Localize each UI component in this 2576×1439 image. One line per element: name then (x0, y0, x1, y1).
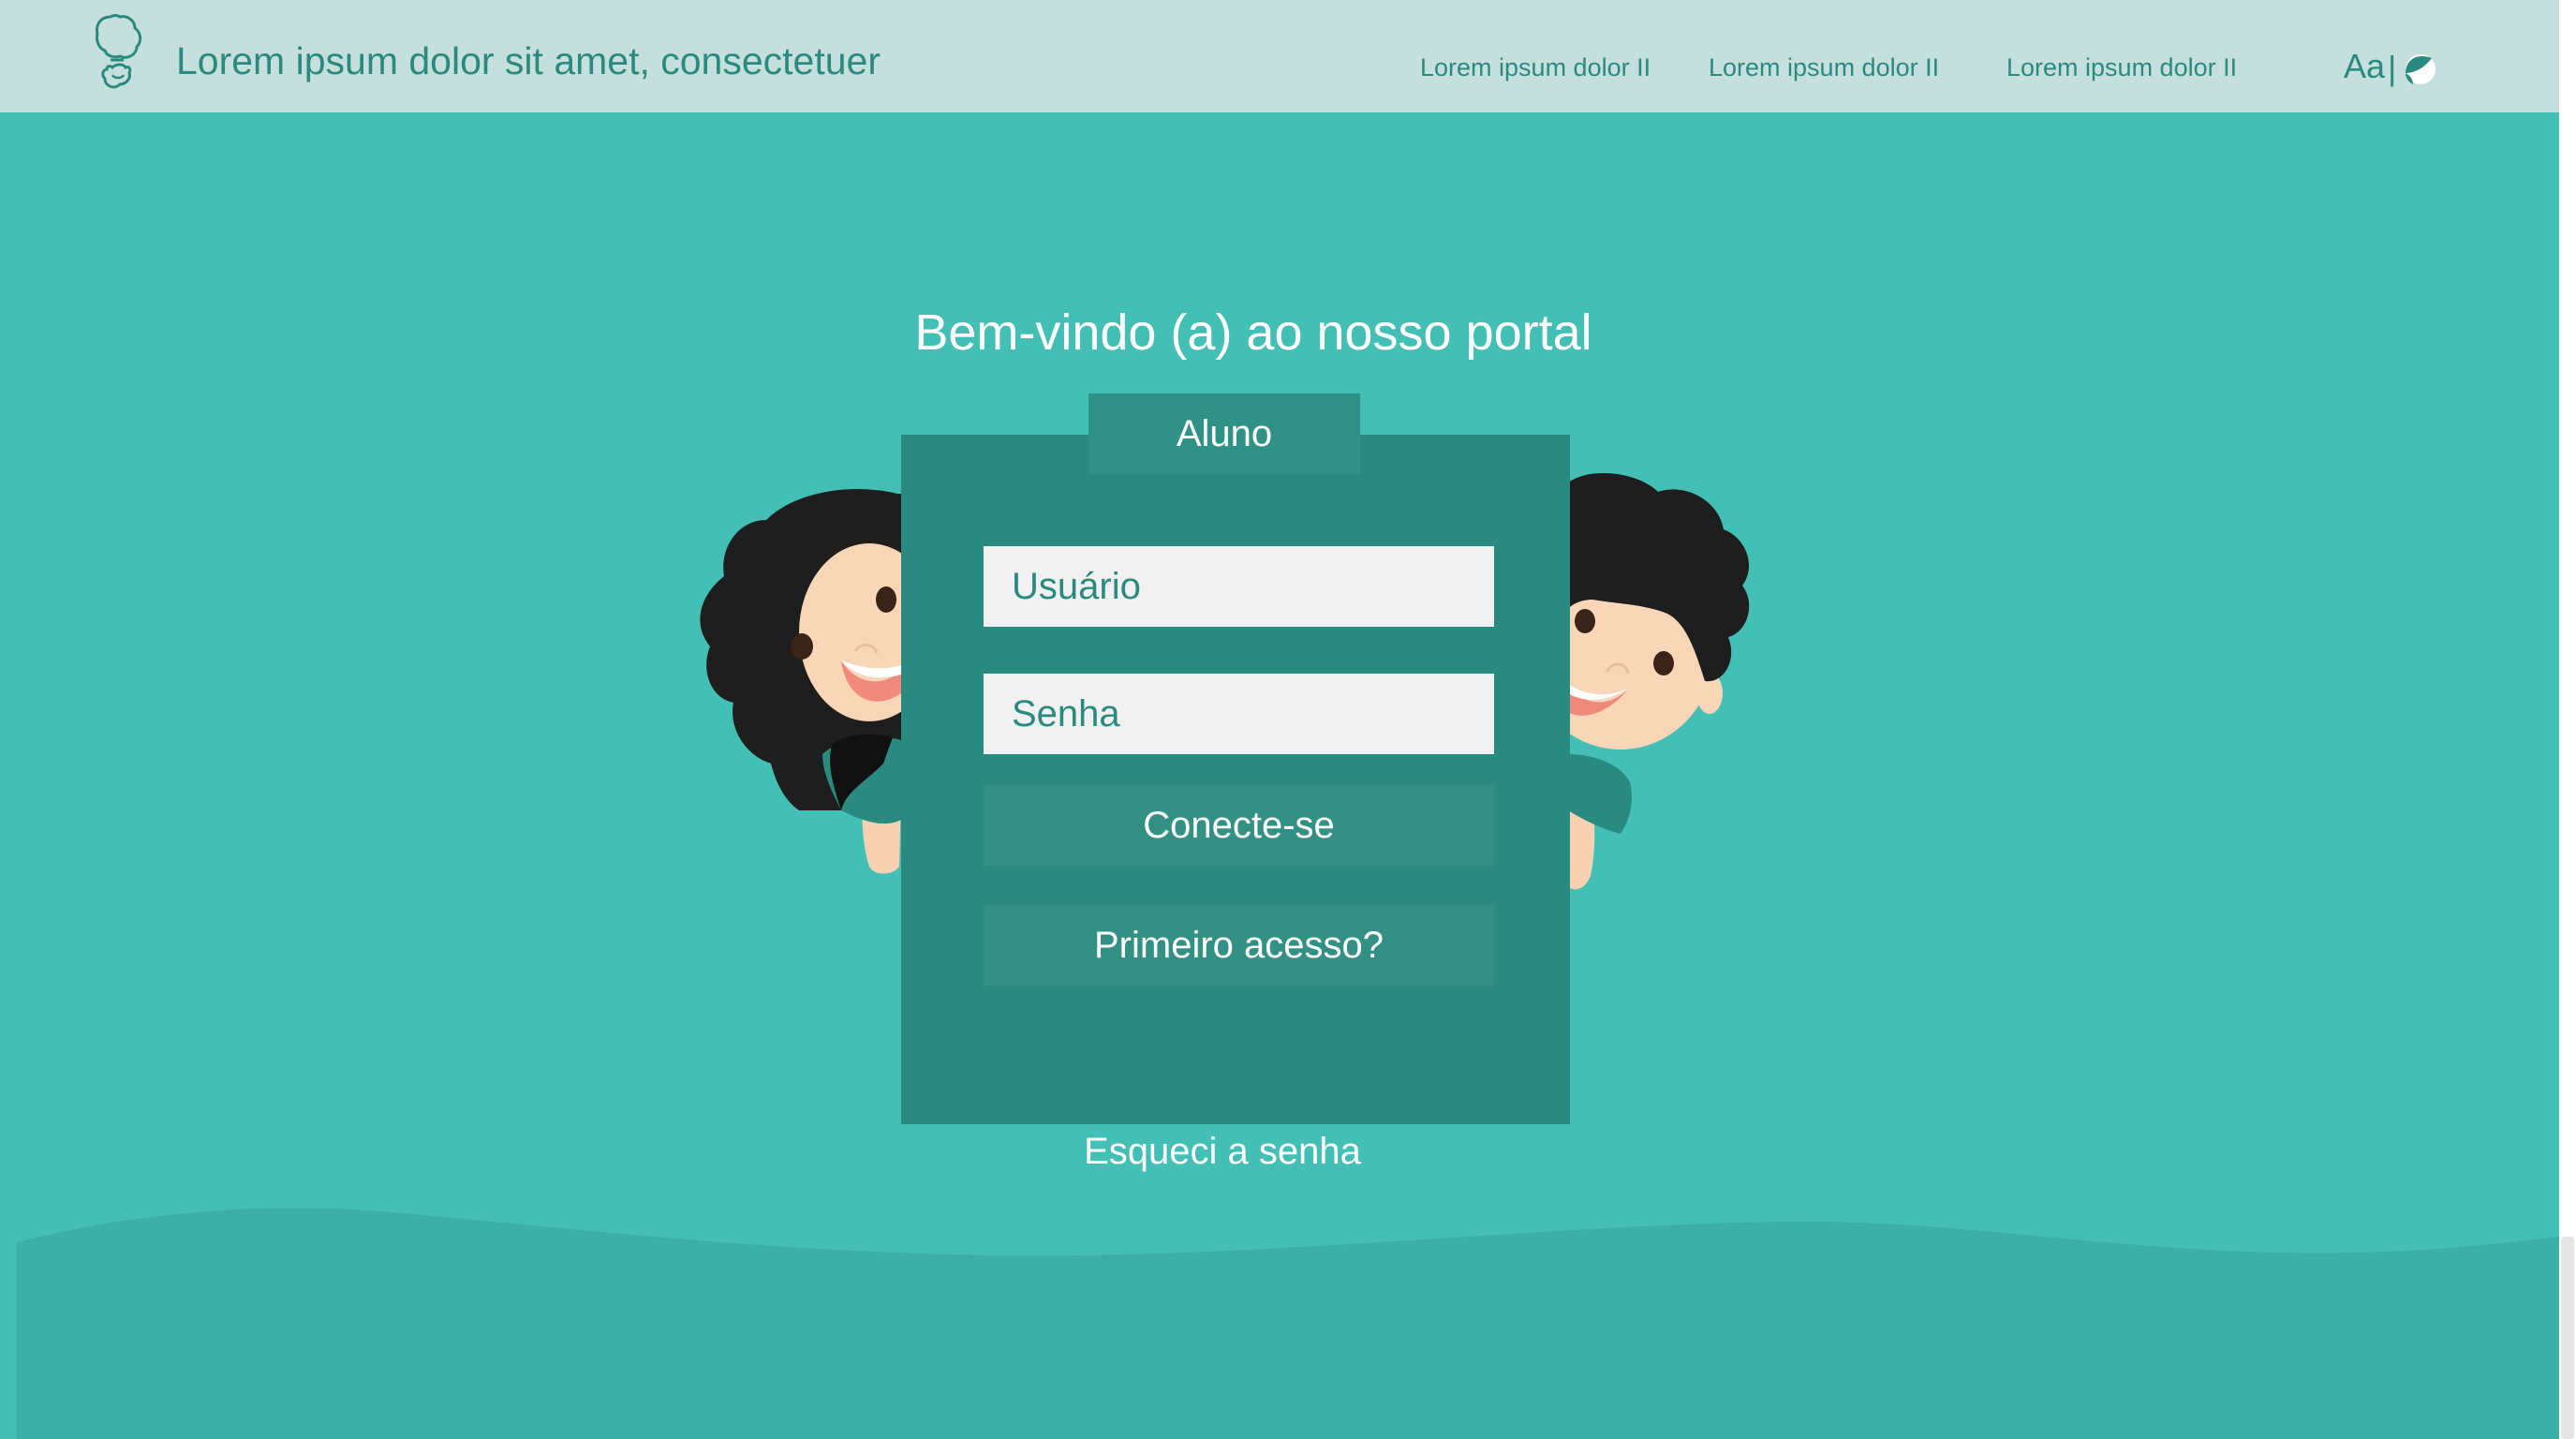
boy-illustration (1555, 473, 1750, 890)
welcome-heading: Bem-vindo (a) ao nosso portal (914, 304, 1592, 361)
forgot-password-link[interactable]: Esqueci a senha (901, 1131, 1544, 1173)
nav-link-1[interactable]: Lorem ipsum dolor II (1420, 53, 1651, 82)
tab-aluno[interactable]: Aluno (1088, 393, 1360, 474)
site-title: Lorem ipsum dolor sit amet, consectetuer (176, 39, 881, 82)
contrast-icon[interactable] (2404, 52, 2437, 86)
login-panel (901, 435, 1570, 1124)
page: Lorem ipsum dolor sit amet, consectetuer… (0, 0, 2559, 1439)
login-button[interactable]: Conecte-se (984, 785, 1494, 866)
wave-decoration (17, 1208, 2559, 1439)
nav-link-2[interactable]: Lorem ipsum dolor II (1709, 53, 1939, 82)
header-separator: | (2388, 49, 2397, 87)
first-access-button[interactable]: Primeiro acesso? (984, 905, 1494, 986)
font-size-toggle[interactable]: Aa (2344, 47, 2385, 86)
password-input[interactable] (984, 674, 1494, 754)
girl-illustration (700, 489, 916, 874)
top-header: Lorem ipsum dolor sit amet, consectetuer… (0, 0, 2559, 112)
nav-link-3[interactable]: Lorem ipsum dolor II (2006, 53, 2237, 82)
username-input[interactable] (984, 546, 1494, 627)
scrollbar-thumb[interactable] (2561, 1237, 2574, 1439)
scrollbar-track[interactable] (2559, 0, 2576, 1439)
logo-icon[interactable] (92, 13, 144, 99)
